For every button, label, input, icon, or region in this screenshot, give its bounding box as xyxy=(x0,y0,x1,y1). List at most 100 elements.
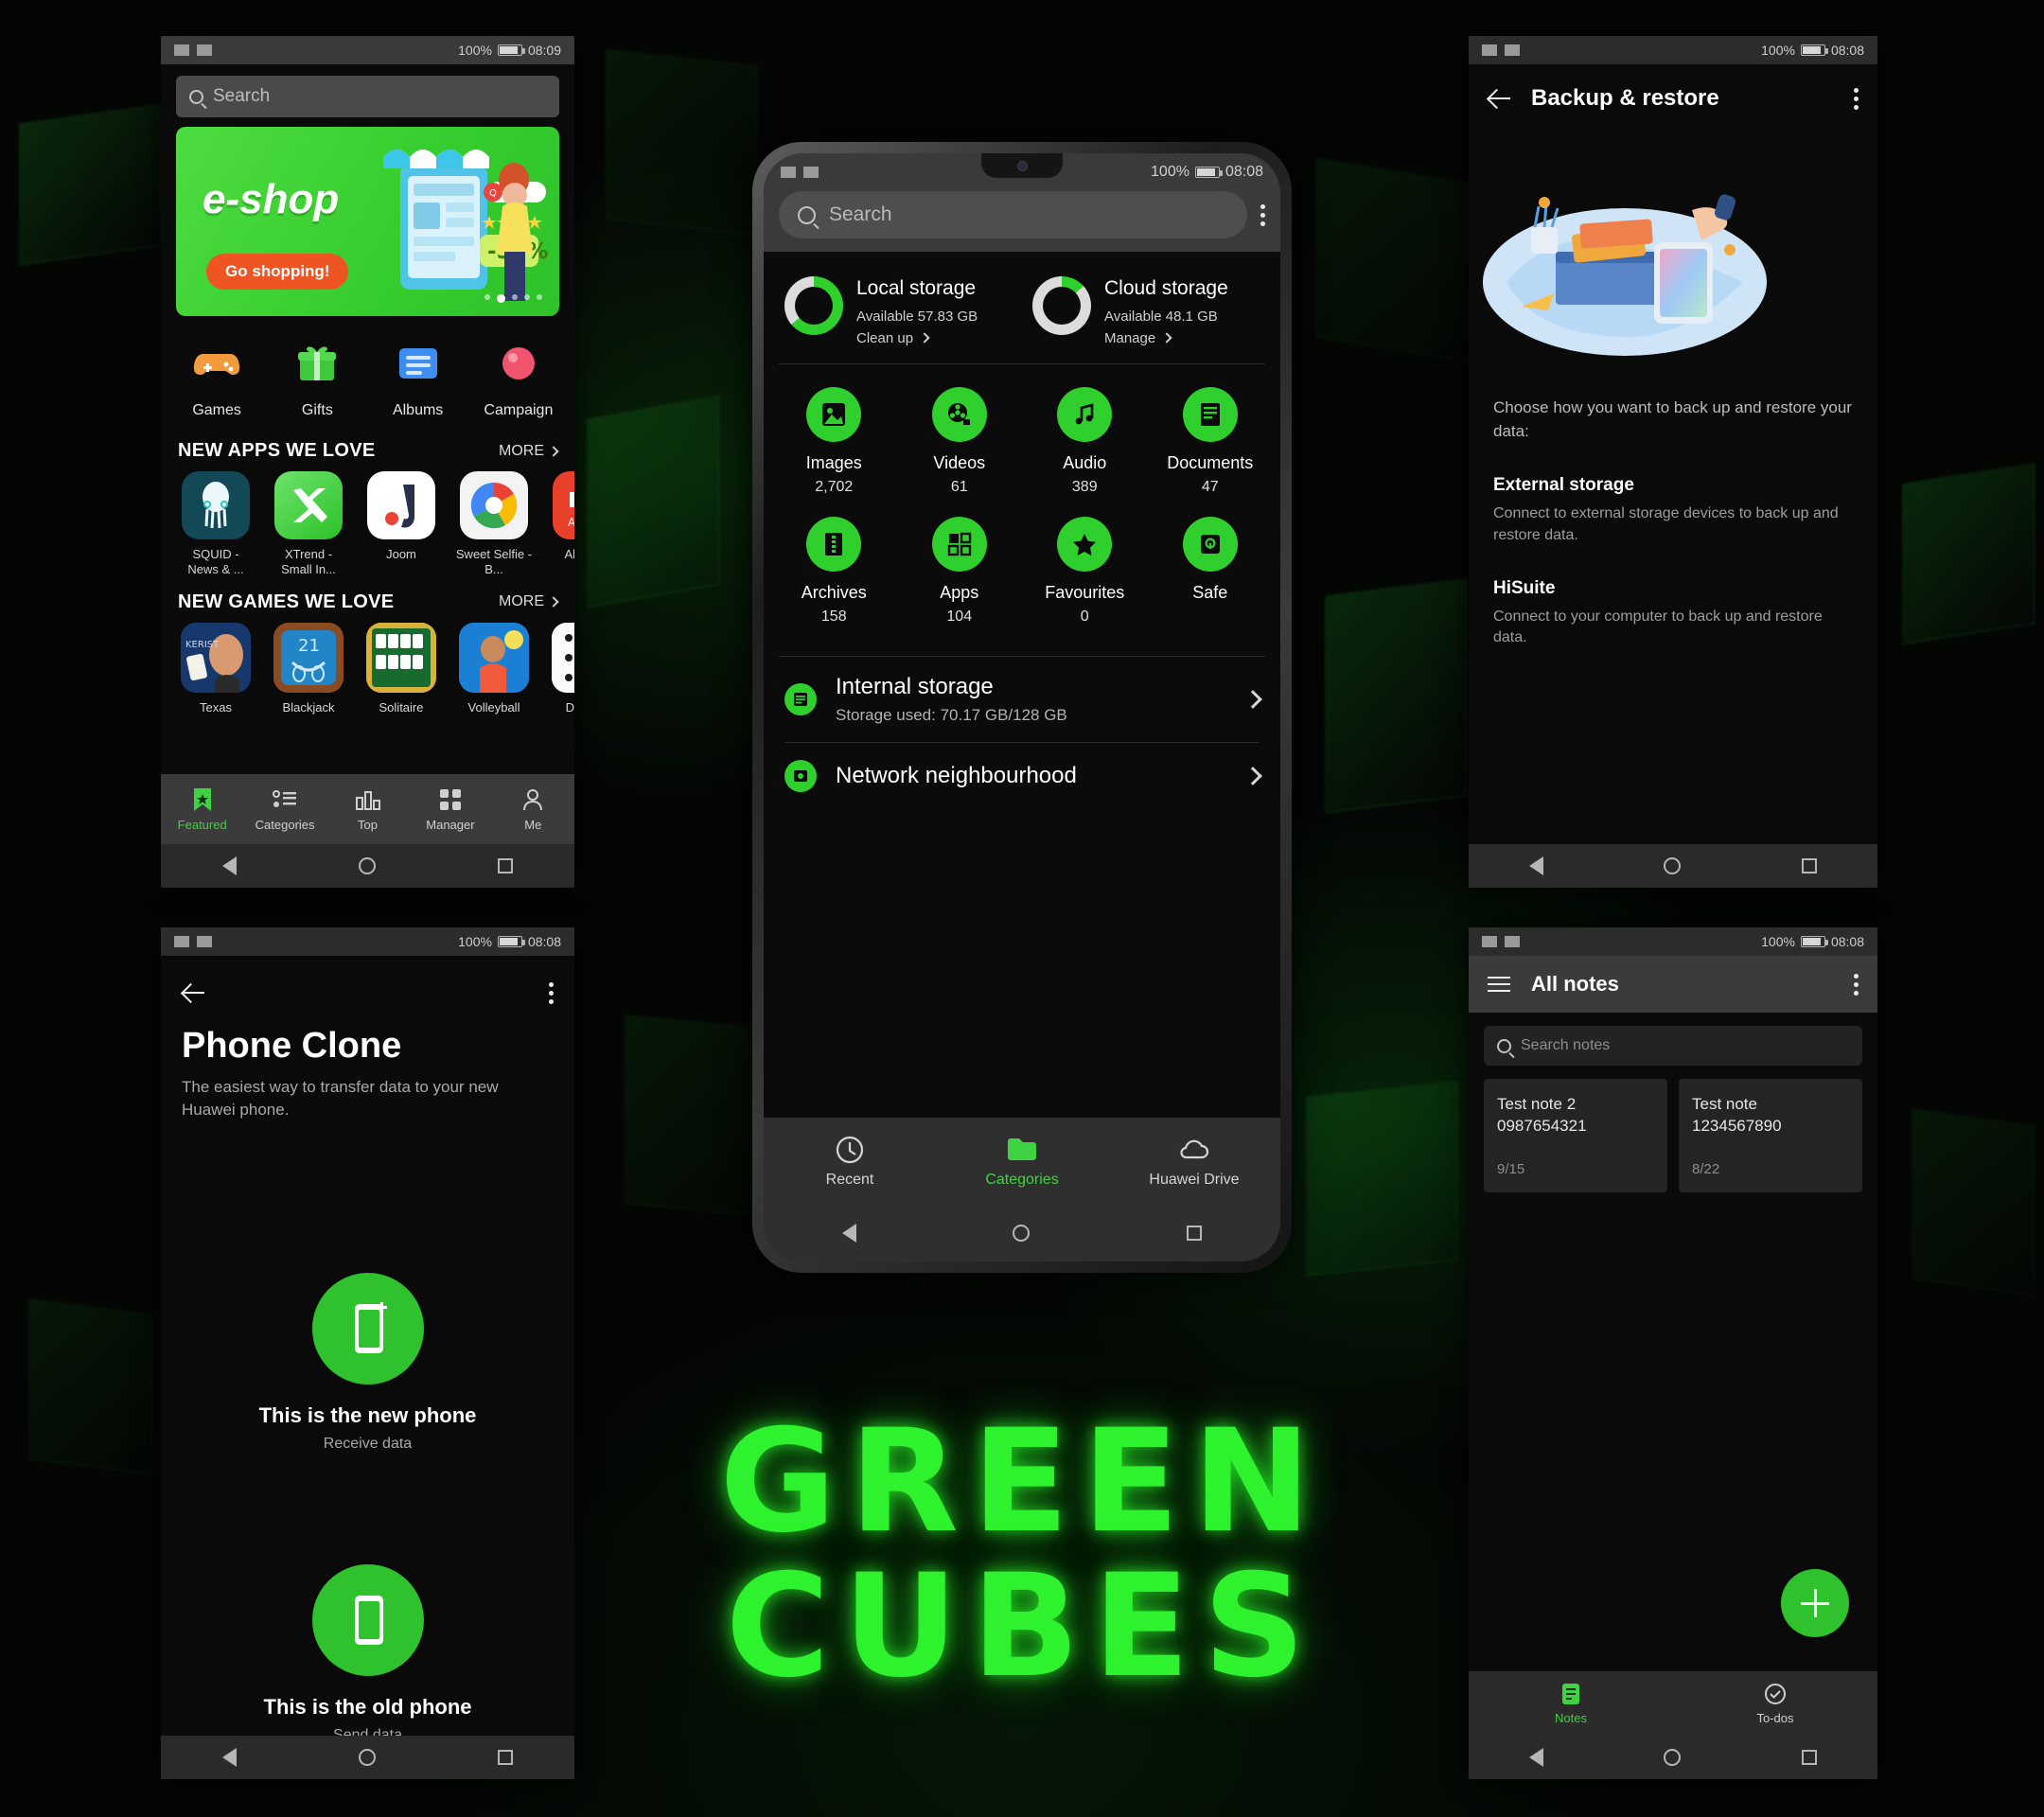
campaign-icon xyxy=(502,347,535,379)
back-button[interactable] xyxy=(221,856,237,875)
tab-recent[interactable]: Recent xyxy=(764,1134,936,1189)
game-item[interactable]: 21 Blackjack xyxy=(269,622,348,715)
tab-categories[interactable]: Categories xyxy=(243,787,326,832)
quick-link-games[interactable]: Games xyxy=(171,339,262,419)
tab-huawei-drive[interactable]: Huawei Drive xyxy=(1108,1134,1280,1189)
option-title: HiSuite xyxy=(1493,578,1556,599)
tab-top[interactable]: Top xyxy=(326,787,409,832)
note-card[interactable]: Test note 1234567890 8/22 xyxy=(1679,1079,1862,1192)
signal-icon xyxy=(174,44,189,56)
bottom-tabbar: Featured Categories Top Manager Me xyxy=(161,774,574,844)
category-count: 104 xyxy=(946,608,973,625)
row-internal-storage[interactable]: Internal storage Storage used: 70.17 GB/… xyxy=(764,657,1280,742)
recents-button[interactable] xyxy=(1802,1750,1818,1765)
game-item[interactable]: KERIST Texas xyxy=(176,622,256,715)
option-desc: Connect to external storage devices to b… xyxy=(1493,505,1839,543)
back-arrow-icon[interactable] xyxy=(1488,86,1512,111)
quick-link-albums[interactable]: Albums xyxy=(373,339,464,419)
chevron-right-icon xyxy=(548,445,559,457)
cleanup-link[interactable]: Clean up xyxy=(856,330,978,346)
overflow-menu-icon[interactable] xyxy=(1854,973,1859,996)
backup-option-hisuite[interactable]: HiSuite Connect to your computer to back… xyxy=(1493,578,1853,649)
overflow-menu-icon[interactable] xyxy=(1260,203,1265,226)
category-audio[interactable]: Audio 389 xyxy=(1022,386,1148,496)
filemanager-appbar: Search xyxy=(764,191,1280,252)
search-input[interactable]: Search xyxy=(176,76,559,117)
home-button[interactable] xyxy=(358,1749,376,1766)
tab-me[interactable]: Me xyxy=(492,787,574,832)
promo-banner[interactable]: Q -50% e-shop Go shopping! xyxy=(176,127,559,316)
notes-search-input[interactable]: Search notes xyxy=(1484,1026,1862,1066)
gift-icon xyxy=(298,346,337,380)
recents-button[interactable] xyxy=(498,1750,514,1765)
carousel-dots[interactable] xyxy=(485,294,542,303)
tab-featured[interactable]: Featured xyxy=(161,787,243,832)
filemanager-tabbar: Recent Categories Huawei Drive xyxy=(764,1118,1280,1205)
quick-link-gifts[interactable]: Gifts xyxy=(272,339,362,419)
category-label: Audio xyxy=(1063,452,1107,472)
cloud-storage-card[interactable]: Cloud storage Available 48.1 GB Manage xyxy=(1025,276,1267,346)
local-storage-card[interactable]: Local storage Available 57.83 GB Clean u… xyxy=(777,276,1019,346)
android-navbar xyxy=(764,1205,1280,1261)
phone-plus-icon xyxy=(311,1272,424,1385)
recents-button[interactable] xyxy=(1802,858,1818,873)
back-button[interactable] xyxy=(1528,856,1543,875)
statusbar: 100% 08:09 xyxy=(161,36,574,64)
home-button[interactable] xyxy=(1664,1749,1682,1766)
bg-cube xyxy=(1902,462,2035,645)
row-network-neighbourhood[interactable]: Network neighbourhood xyxy=(764,743,1280,809)
note-card[interactable]: Test note 2 0987654321 9/15 xyxy=(1484,1079,1667,1192)
game-name: Blackjack xyxy=(282,699,335,714)
row-title: Network neighbourhood xyxy=(836,762,1077,788)
recents-button[interactable] xyxy=(498,858,514,873)
section-title: NEW APPS WE LOVE xyxy=(178,440,376,461)
game-item[interactable]: Solitaire xyxy=(361,622,441,715)
app-item[interactable]: AliExpress Aliexpre xyxy=(547,471,574,578)
more-link[interactable]: MORE xyxy=(499,443,559,460)
game-item[interactable]: Domino xyxy=(547,622,574,715)
back-arrow-icon[interactable] xyxy=(182,980,206,1005)
grid-apps-icon xyxy=(931,516,987,572)
quick-link-label: Gifts xyxy=(301,402,333,418)
back-button[interactable] xyxy=(1528,1748,1543,1767)
home-button[interactable] xyxy=(358,857,376,874)
hamburger-icon[interactable] xyxy=(1488,977,1510,992)
quick-link-campaign[interactable]: Campaign xyxy=(473,339,564,419)
game-icon-domino xyxy=(552,622,574,693)
signal-icon xyxy=(1482,44,1497,56)
tab-categories[interactable]: Categories xyxy=(936,1134,1108,1189)
person-icon xyxy=(492,787,574,812)
overflow-menu-icon[interactable] xyxy=(549,981,554,1004)
more-link[interactable]: MORE xyxy=(499,593,559,610)
manage-link[interactable]: Manage xyxy=(1104,330,1228,346)
game-item[interactable]: Volleyball xyxy=(454,622,534,715)
tab-manager[interactable]: Manager xyxy=(409,787,491,832)
clock: 08:08 xyxy=(1830,43,1864,58)
app-name: XTrend - Small In... xyxy=(281,547,336,577)
go-shopping-button[interactable]: Go shopping! xyxy=(206,254,349,290)
category-apps[interactable]: Apps 104 xyxy=(897,516,1023,626)
category-videos[interactable]: Videos 61 xyxy=(897,386,1023,496)
app-icon-joom xyxy=(367,471,435,539)
app-item[interactable]: XTrend - Small In... xyxy=(269,471,348,578)
home-button[interactable] xyxy=(1013,1225,1031,1242)
category-images[interactable]: Images 2,702 xyxy=(771,386,897,496)
category-safe[interactable]: Safe xyxy=(1148,516,1274,626)
app-item[interactable]: Sweet Selfie - B... xyxy=(454,471,534,578)
category-archives[interactable]: Archives 158 xyxy=(771,516,897,626)
overflow-menu-icon[interactable] xyxy=(1854,87,1859,110)
category-documents[interactable]: Documents 47 xyxy=(1148,386,1274,496)
home-button[interactable] xyxy=(1664,857,1682,874)
backup-option-external[interactable]: External storage Connect to external sto… xyxy=(1493,475,1853,546)
category-favourites[interactable]: Favourites 0 xyxy=(1022,516,1148,626)
back-button[interactable] xyxy=(221,1748,237,1767)
search-input[interactable]: Search xyxy=(779,191,1247,238)
app-item[interactable]: SQUID - News & ... xyxy=(176,471,256,578)
recents-button[interactable] xyxy=(1187,1226,1203,1241)
tab-label: Featured xyxy=(177,817,227,832)
category-count: 389 xyxy=(1071,478,1098,495)
back-button[interactable] xyxy=(841,1224,856,1243)
app-item[interactable]: Joom xyxy=(361,471,441,578)
bg-cube xyxy=(587,395,719,609)
game-icon-solitaire xyxy=(366,622,436,693)
